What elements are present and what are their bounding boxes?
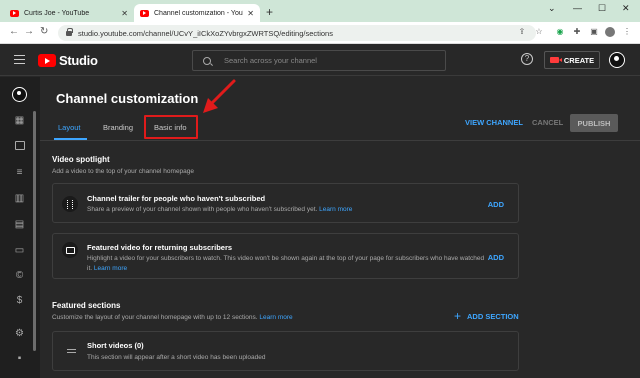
left-nav-rail: ▦ ≡ ▥ ▤ ▭ © $ ⚙ ▪ [0,77,40,378]
close-window-icon[interactable]: ✕ [622,3,630,14]
section-subtitle: Customize the layout of your channel hom… [52,314,293,321]
publish-button[interactable]: PUBLISH [570,114,618,132]
earn-icon[interactable]: $ [13,295,26,307]
reload-icon[interactable]: ↻ [40,26,48,37]
new-tab-icon[interactable]: + [266,5,273,19]
section-title: Featured sections [52,301,121,310]
search-input[interactable]: Search across your channel [192,50,446,71]
sidepanel-icon[interactable]: ▣ [589,27,599,37]
close-tab-icon[interactable]: ✕ [121,9,128,18]
tab-layout[interactable]: Layout [58,123,81,132]
search-placeholder: Search across your channel [224,56,317,65]
add-featured-video-button[interactable]: ADD [488,253,504,262]
address-bar[interactable]: studio.youtube.com/channel/UCvY_iICkXoZY… [58,25,536,41]
card-description: Highlight a video for your subscribers t… [87,254,487,274]
drag-handle-icon[interactable] [67,349,76,353]
minimize-icon[interactable]: — [573,3,582,13]
tab-branding[interactable]: Branding [103,123,133,132]
section-item-title: Short videos (0) [87,341,144,350]
search-icon [203,56,211,65]
card-description: Share a preview of your channel shown wi… [87,205,352,215]
highlight-box [144,115,198,139]
puzzle-icon[interactable]: ✚ [572,27,582,37]
learn-more-link[interactable]: Learn more [319,206,352,213]
page-title: Channel customization [56,91,199,106]
subtitles-icon[interactable]: ▭ [13,245,26,257]
back-arrow-icon[interactable]: ← [9,26,19,37]
browser-tab-title: Channel customization - YouTub [154,9,243,17]
bookmark-star-icon[interactable]: ☆ [534,27,544,37]
create-label: CREATE [563,55,595,65]
section-subtitle-text: Customize the layout of your channel hom… [52,314,258,321]
dashboard-icon[interactable]: ▦ [13,115,26,127]
playlists-icon[interactable]: ≡ [13,167,26,179]
settings-icon[interactable]: ⚙ [13,328,26,340]
header-divider [40,140,640,141]
youtube-play-icon [38,54,56,67]
avatar-icon[interactable] [609,52,625,68]
kebab-menu-icon[interactable]: ⋮ [622,27,632,37]
browser-tab-title: Curtis Joe - YouTube [24,9,90,17]
help-icon[interactable]: ? [521,53,533,65]
forward-arrow-icon[interactable]: → [24,26,34,37]
analytics-icon[interactable]: ▥ [13,193,26,205]
section-item-card[interactable]: Short videos (0) This section will appea… [52,331,519,371]
lock-icon [66,27,73,36]
share-icon[interactable]: ⇪ [517,27,527,37]
extension-icon[interactable]: ◉ [555,27,565,37]
main-content: Channel customization Layout Branding Ba… [40,77,640,378]
learn-more-link[interactable]: Learn more [94,265,127,272]
youtube-favicon-icon [140,9,149,17]
profile-icon[interactable] [605,27,615,37]
channel-trailer-card: Channel trailer for people who haven't s… [52,183,519,223]
studio-logo[interactable]: Studio [38,53,98,68]
browser-tab-strip: Curtis Joe - YouTube ✕ Channel customiza… [0,0,640,22]
browser-tab-1[interactable]: Curtis Joe - YouTube ✕ [4,4,134,22]
film-strip-icon [62,196,78,212]
create-button[interactable]: CREATE [544,51,600,69]
section-title: Video spotlight [52,155,110,164]
feedback-icon[interactable]: ▪ [13,353,26,365]
chevron-down-icon[interactable]: ⌄ [548,3,556,14]
channel-avatar-icon[interactable] [12,87,27,102]
url-text: studio.youtube.com/channel/UCvY_iICkXoZY… [78,28,333,38]
card-desc-text: Highlight a video for your subscribers t… [87,255,485,272]
plus-icon: + [454,309,462,323]
maximize-icon[interactable]: ☐ [598,3,606,14]
add-trailer-button[interactable]: ADD [488,200,504,209]
view-channel-button[interactable]: VIEW CHANNEL [465,118,523,127]
section-subtitle: Add a video to the top of your channel h… [52,168,195,175]
add-section-button[interactable]: + ADD SECTION [454,309,519,323]
add-section-label: ADD SECTION [467,311,519,321]
card-title: Featured video for returning subscribers [87,243,233,252]
content-icon[interactable] [13,141,26,153]
hamburger-menu-icon[interactable] [14,55,25,64]
featured-video-icon [62,242,78,258]
comments-icon[interactable]: ▤ [13,219,26,231]
card-title: Channel trailer for people who haven't s… [87,194,266,203]
red-arrow-annotation [203,79,236,113]
browser-toolbar: ← → ↻ studio.youtube.com/channel/UCvY_iI… [0,22,640,44]
cancel-button[interactable]: CANCEL [532,118,563,127]
browser-tab-2[interactable]: Channel customization - YouTub ✕ [134,4,260,22]
close-tab-icon[interactable]: ✕ [247,9,254,18]
copyright-icon[interactable]: © [13,270,26,282]
studio-header: Studio Search across your channel ? CREA… [0,44,640,76]
card-desc-text: Share a preview of your channel shown wi… [87,206,318,213]
section-item-description: This section will appear after a short v… [87,354,266,361]
camera-icon [549,57,562,63]
featured-video-card: Featured video for returning subscribers… [52,233,519,279]
logo-text: Studio [59,53,98,68]
learn-more-link[interactable]: Learn more [259,314,292,321]
youtube-favicon-icon [10,9,19,17]
rail-scrollbar[interactable] [33,111,36,351]
